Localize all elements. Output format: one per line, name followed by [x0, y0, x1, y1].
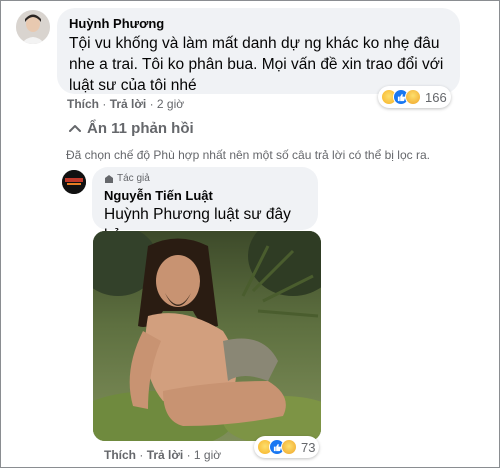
reply-reply-button[interactable]: Trả lời — [147, 448, 184, 462]
reply-image[interactable] — [93, 231, 321, 441]
reaction-summary[interactable]: 166 — [378, 86, 451, 108]
chevron-up-icon — [69, 124, 81, 132]
filter-notice: Đã chọn chế độ Phù hợp nhất nên một số c… — [66, 148, 430, 162]
reply-button[interactable]: Trả lời — [110, 97, 147, 111]
comment-time[interactable]: 2 giờ — [157, 97, 184, 111]
hide-replies-button[interactable]: Ẩn 11 phản hồi — [67, 120, 194, 137]
reaction-count: 166 — [425, 89, 447, 105]
reply-reaction-count: 73 — [301, 439, 316, 455]
comment-bubble: Huỳnh Phương Tội vu khống và làm mất dan… — [57, 8, 460, 94]
reply-avatar[interactable] — [62, 170, 86, 194]
author-badge: Tác giả — [104, 172, 306, 185]
author-badge-label: Tác giả — [117, 173, 150, 184]
avatar[interactable] — [16, 10, 50, 44]
comment-author[interactable]: Huỳnh Phương — [69, 15, 448, 32]
mention-link[interactable]: Huỳnh Phương — [104, 206, 210, 223]
sad-icon — [405, 89, 421, 105]
author-badge-icon — [105, 174, 113, 183]
comment-actions: Thích · Trả lời · 2 giờ — [67, 97, 185, 111]
reply-reaction-summary[interactable]: 73 — [254, 436, 320, 458]
care-icon — [281, 439, 297, 455]
reply-actions: Thích · Trả lời · 1 giờ — [104, 448, 222, 462]
reply-like-button[interactable]: Thích — [104, 448, 136, 462]
hide-replies-label: Ẩn 11 phản hồi — [87, 120, 194, 137]
reply-time[interactable]: 1 giờ — [194, 448, 221, 462]
reply-author[interactable]: Nguyễn Tiến Luật — [104, 187, 306, 204]
like-button[interactable]: Thích — [67, 97, 99, 111]
reply-bubble: Tác giả Nguyễn Tiến Luật Huỳnh Phương lu… — [92, 167, 318, 244]
